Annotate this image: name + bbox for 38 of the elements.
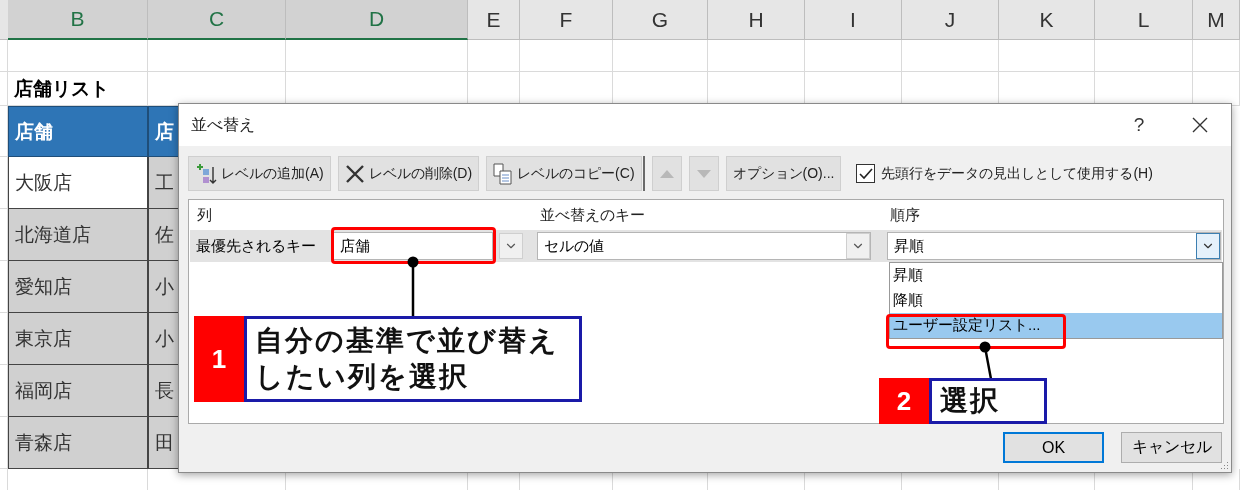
step-number: 2 [879, 378, 929, 424]
copy-level-button[interactable]: レベルのコピー(C) [486, 156, 642, 191]
column-header[interactable]: L [1095, 0, 1193, 40]
grid-header: 順序 [889, 205, 921, 225]
delete-level-button[interactable]: レベルの削除(D) [337, 156, 480, 191]
column-header[interactable]: H [708, 0, 805, 40]
column-header[interactable]: D [286, 0, 468, 40]
table-cell: 北海道店 [8, 209, 148, 261]
column-header[interactable]: M [1193, 0, 1240, 40]
column-header[interactable]: J [902, 0, 999, 40]
order-dropdown[interactable]: 昇順 [887, 232, 1221, 260]
column-header[interactable]: E [468, 0, 520, 40]
callout-text: 選択 [929, 378, 1047, 424]
ok-button[interactable]: OK [1003, 432, 1104, 463]
table-cell: 青森店 [8, 417, 148, 469]
table-cell: 大阪店 [8, 157, 148, 209]
dialog-title: 並べ替え [191, 114, 256, 135]
grid-header: 並べ替えのキー [539, 205, 646, 225]
column-header[interactable]: K [999, 0, 1095, 40]
sort-key-dropdown[interactable]: セルの値 [537, 232, 871, 260]
add-level-button[interactable]: レベルの追加(A) [188, 156, 331, 191]
cancel-button[interactable]: キャンセル [1121, 432, 1222, 463]
column-header[interactable]: F [520, 0, 613, 40]
help-button[interactable]: ? [1109, 114, 1169, 136]
column-header[interactable]: C [148, 0, 286, 40]
list-option[interactable]: ユーザー設定リスト... [890, 313, 1222, 338]
options-button[interactable]: オプション(O)... [725, 156, 842, 191]
table-cell: 福岡店 [8, 365, 148, 417]
column-dropdown[interactable]: 店舗 [333, 232, 493, 260]
table-cell: 東京店 [8, 313, 148, 365]
table-header-cell: 店舗 [8, 106, 148, 157]
column-header[interactable]: G [613, 0, 708, 40]
column-header[interactable]: I [805, 0, 902, 40]
callout-text: 自分の基準で並び替えしたい列を選択 [244, 316, 582, 402]
table-cell: 愛知店 [8, 261, 148, 313]
step-number: 1 [194, 316, 244, 402]
checkbox-label: 先頭行をデータの見出しとして使用する(H) [881, 164, 1153, 183]
column-header[interactable]: B [8, 0, 148, 40]
